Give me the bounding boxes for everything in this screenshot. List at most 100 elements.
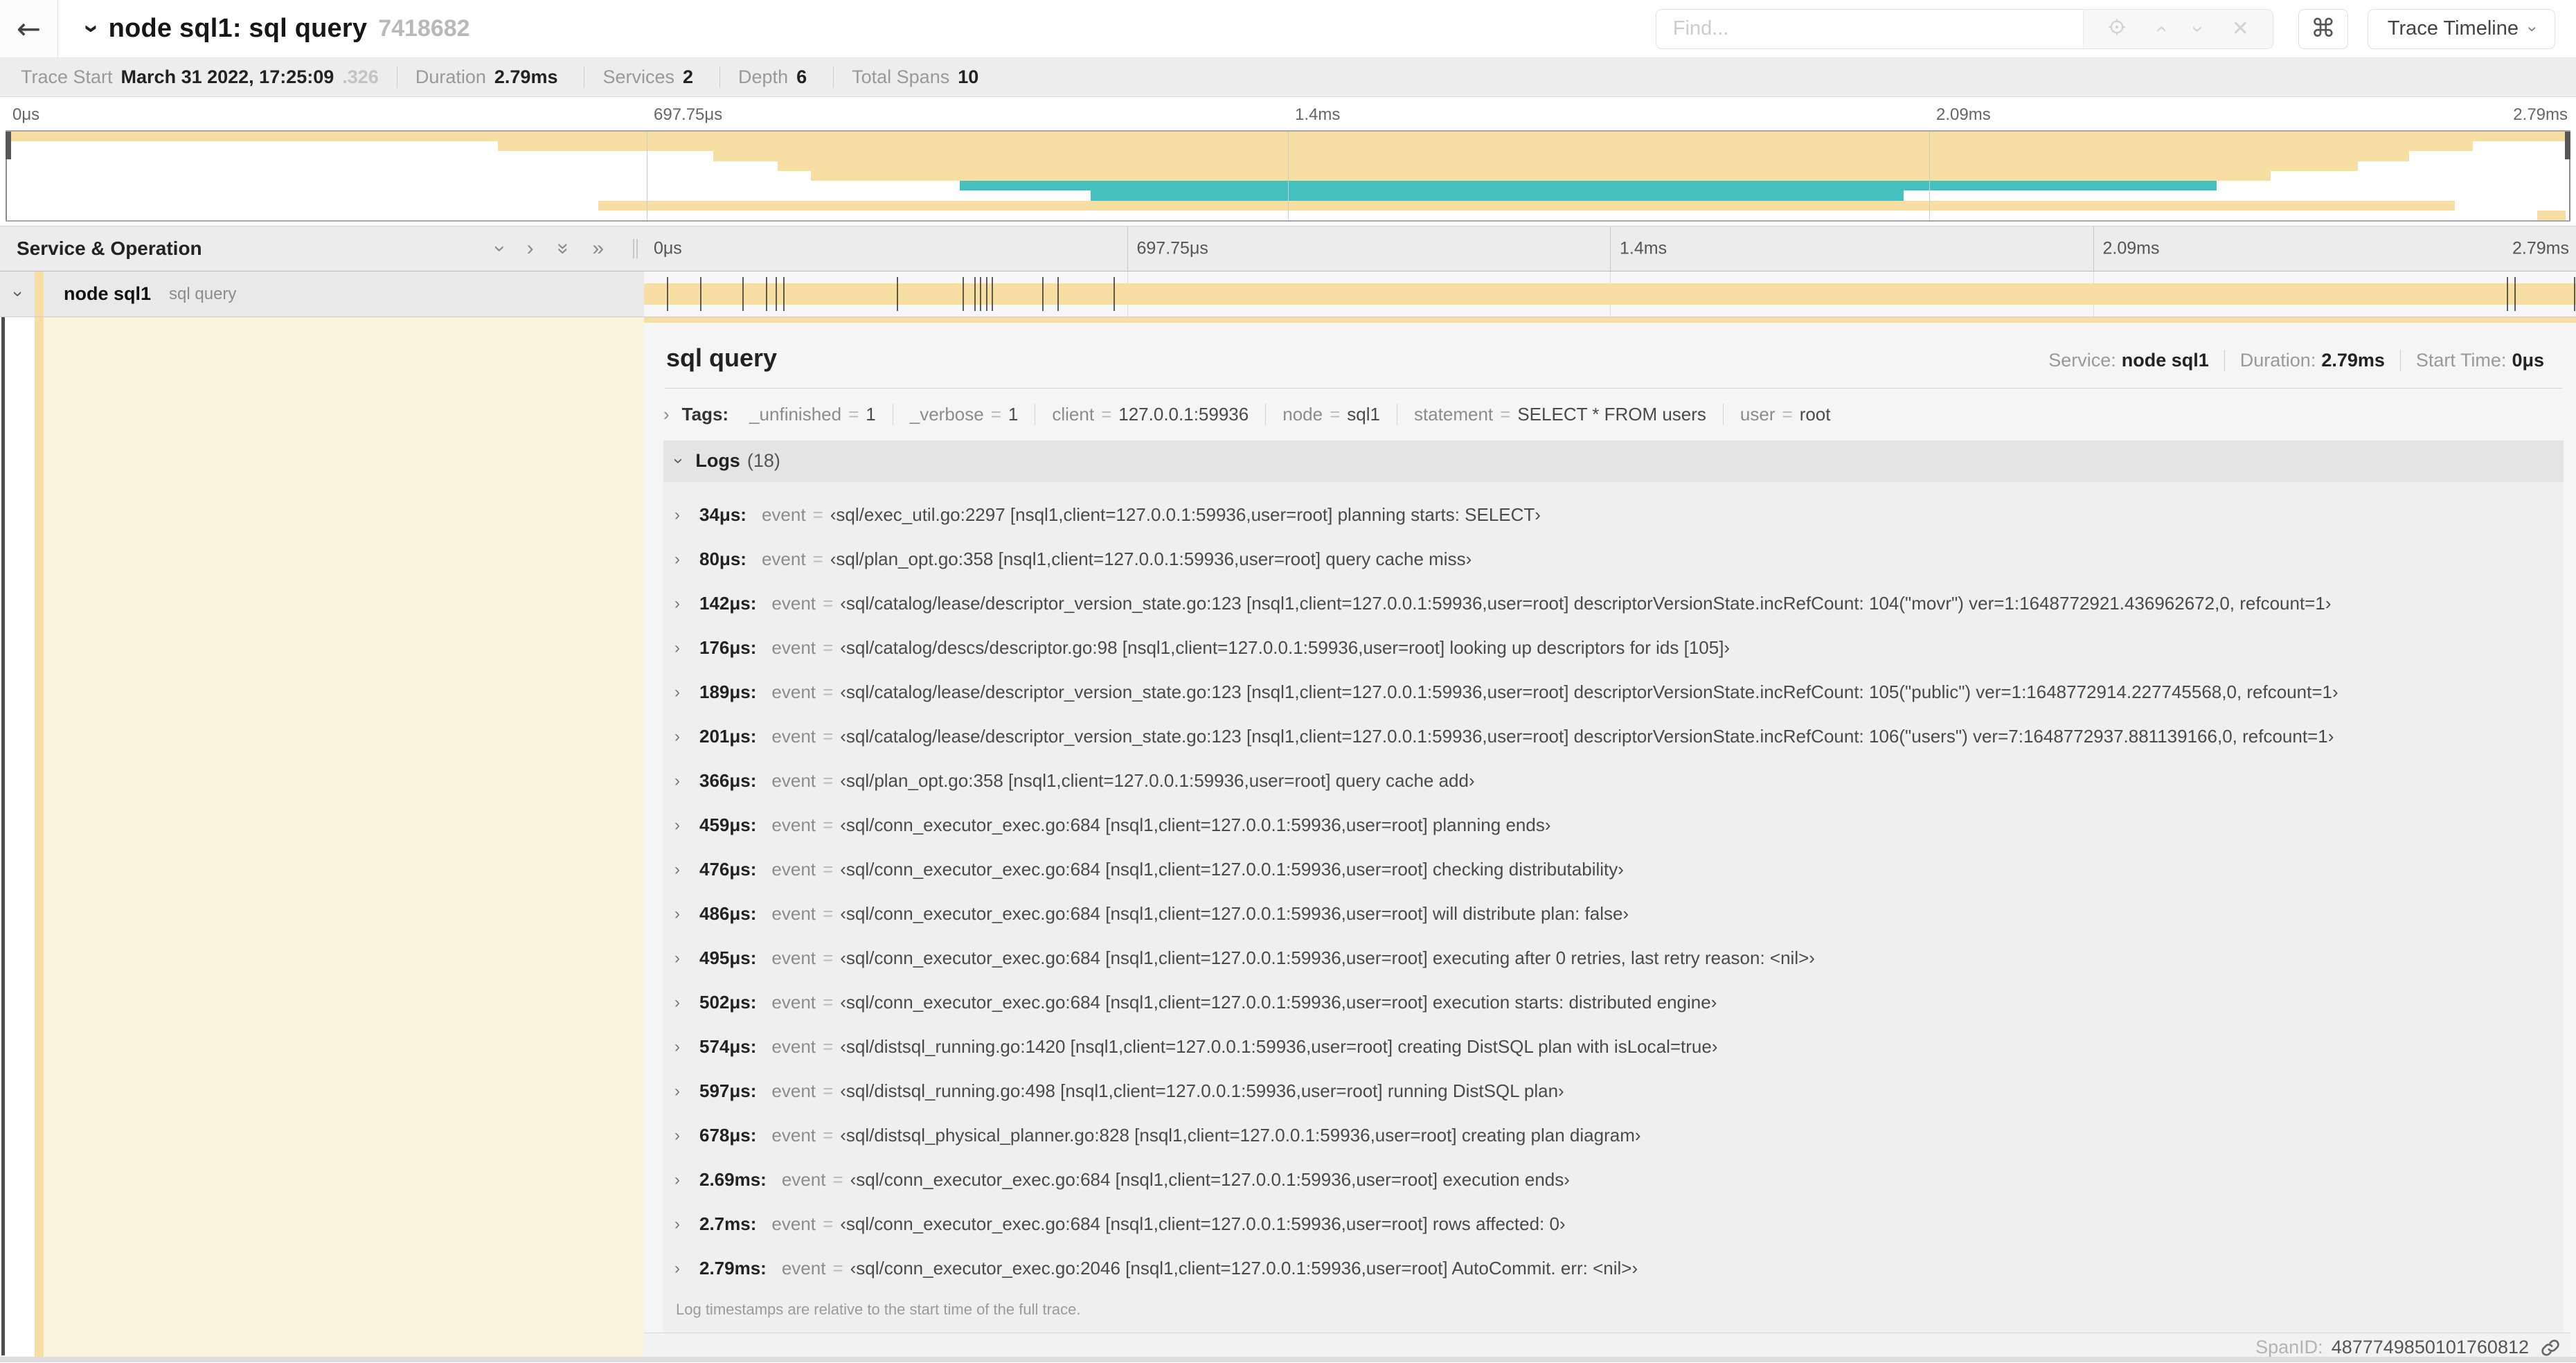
- logs-header[interactable]: › Logs (18): [663, 440, 2564, 482]
- time-tick-label: 697.75μs: [654, 105, 723, 124]
- log-field-value: ‹sql/conn_executor_exec.go:684 [nsql1,cl…: [840, 992, 1717, 1013]
- log-field-value: ‹sql/conn_executor_exec.go:684 [nsql1,cl…: [840, 859, 1624, 880]
- summary-label: Total Spans: [852, 66, 950, 87]
- minimap-span-bar: [713, 151, 2409, 161]
- log-entry[interactable]: › 80μs: event = ‹sql/plan_opt.go:358 [ns…: [663, 537, 2564, 582]
- collapse-all-icon[interactable]: »: [552, 243, 575, 255]
- tag-pill: client = 127.0.0.1:59936: [1035, 403, 1265, 425]
- log-entry[interactable]: › 495μs: event = ‹sql/conn_executor_exec…: [663, 936, 2564, 981]
- bottom-strip: [0, 1357, 2576, 1362]
- trace-summary-item: Depth 6: [719, 66, 833, 88]
- log-entry[interactable]: › 2.69ms: event = ‹sql/conn_executor_exe…: [663, 1158, 2564, 1202]
- column-resizer[interactable]: [633, 239, 640, 258]
- equals-sign: =: [823, 859, 834, 880]
- chevron-right-icon: ›: [674, 771, 680, 790]
- tag-pill: _unfinished = 1: [733, 404, 893, 425]
- log-field-value: ‹sql/conn_executor_exec.go:2046 [nsql1,c…: [850, 1258, 1638, 1279]
- expand-one-icon[interactable]: ›: [527, 238, 534, 259]
- log-field-value: ‹sql/catalog/lease/descriptor_version_st…: [840, 726, 2334, 747]
- trace-summary-item: Trace Start March 31 2022, 17:25:09 .326: [3, 66, 397, 88]
- log-marker-tick: [765, 277, 767, 311]
- log-entry[interactable]: › 459μs: event = ‹sql/conn_executor_exec…: [663, 803, 2564, 848]
- tag-key: statement: [1413, 403, 1494, 425]
- log-marker-tick: [2574, 277, 2576, 311]
- log-entry[interactable]: › 678μs: event = ‹sql/distsql_physical_p…: [663, 1114, 2564, 1158]
- tag-key: _verbose: [909, 403, 984, 425]
- log-timestamp: 34μs:: [699, 504, 746, 526]
- locate-icon[interactable]: [2107, 17, 2127, 41]
- chevron-right-icon: ›: [674, 1170, 680, 1189]
- log-field-value: ‹sql/exec_util.go:2297 [nsql1,client=127…: [830, 504, 1541, 526]
- back-button[interactable]: ←: [0, 0, 58, 57]
- log-field-value: ‹sql/conn_executor_exec.go:684 [nsql1,cl…: [840, 1213, 1566, 1235]
- log-timestamp: 366μs:: [699, 770, 757, 792]
- time-tick-label: 2.79ms: [2512, 238, 2569, 258]
- span-row[interactable]: › node sql1 sql query: [0, 271, 2576, 317]
- expand-all-icon[interactable]: »: [592, 238, 604, 259]
- equals-sign: =: [990, 403, 1001, 425]
- detail-meta-item: Start Time: 0μs: [2399, 350, 2559, 371]
- equals-sign: =: [823, 1080, 834, 1102]
- span-detail-row: sql query Service: node sql1 Duration: 2.7…: [0, 317, 2576, 1362]
- log-marker-tick: [1057, 277, 1059, 311]
- logs-section: › Logs (18) › 34μs: event = ‹sql/exec_ut…: [663, 440, 2564, 1333]
- log-entry[interactable]: › 176μs: event = ‹sql/catalog/descs/desc…: [663, 626, 2564, 670]
- find-input[interactable]: [1656, 9, 2083, 48]
- chevron-right-icon: ›: [663, 403, 670, 425]
- log-entry[interactable]: › 574μs: event = ‹sql/distsql_running.go…: [663, 1025, 2564, 1069]
- scrollbar[interactable]: [1, 317, 5, 1355]
- log-entry[interactable]: › 486μs: event = ‹sql/conn_executor_exec…: [663, 892, 2564, 936]
- log-entry[interactable]: › 2.7ms: event = ‹sql/conn_executor_exec…: [663, 1202, 2564, 1247]
- chevron-right-icon: ›: [674, 594, 680, 613]
- next-match-icon[interactable]: ›: [2187, 26, 2210, 33]
- minimap-span-bar: [811, 170, 2271, 181]
- span-bar-cell[interactable]: [644, 271, 2576, 317]
- log-entry[interactable]: › 201μs: event = ‹sql/catalog/lease/desc…: [663, 715, 2564, 759]
- view-selector-button[interactable]: Trace Timeline ›: [2367, 8, 2555, 49]
- collapse-one-icon[interactable]: ›: [489, 245, 512, 252]
- log-marker-tick: [699, 277, 701, 311]
- log-timestamp: 176μs:: [699, 637, 757, 659]
- chevron-right-icon: ›: [674, 549, 680, 569]
- clear-search-icon[interactable]: ✕: [2232, 18, 2249, 39]
- log-entry[interactable]: › 2.79ms: event = ‹sql/conn_executor_exe…: [663, 1247, 2564, 1291]
- span-id-label: SpanID:: [2255, 1337, 2323, 1358]
- summary-value: 6: [796, 66, 807, 87]
- log-field-key: event: [771, 1080, 816, 1102]
- tags-row[interactable]: › Tags: _unfinished = 1 _verbose = 1 client =…: [644, 389, 2570, 438]
- log-entry[interactable]: › 34μs: event = ‹sql/exec_util.go:2297 […: [663, 493, 2564, 537]
- link-icon[interactable]: [2540, 1337, 2561, 1358]
- minimap-left-scrubber[interactable]: [6, 132, 11, 159]
- log-timestamp: 597μs:: [699, 1080, 757, 1102]
- prev-match-icon[interactable]: ›: [2149, 26, 2172, 33]
- detail-operation-title: sql query: [666, 344, 778, 372]
- keyboard-shortcuts-button[interactable]: ⌘: [2298, 8, 2348, 49]
- minimap-right-scrubber[interactable]: [2565, 132, 2570, 159]
- minimap-span-bar: [959, 181, 2217, 191]
- detail-meta-item: Duration: 2.79ms: [2224, 350, 2400, 371]
- meta-label: Start Time:: [2415, 350, 2507, 371]
- logs-title: Logs: [695, 450, 740, 472]
- span-service-name: node sql1: [64, 283, 152, 304]
- collapse-trace-chevron-icon[interactable]: ›: [77, 24, 107, 33]
- log-marker-tick: [2514, 277, 2516, 311]
- log-entry[interactable]: › 502μs: event = ‹sql/conn_executor_exec…: [663, 981, 2564, 1025]
- log-entry[interactable]: › 189μs: event = ‹sql/catalog/lease/desc…: [663, 670, 2564, 715]
- log-timestamp: 80μs:: [699, 549, 746, 570]
- equals-sign: =: [823, 903, 834, 925]
- chevron-right-icon: ›: [674, 859, 680, 879]
- span-duration-bar[interactable]: [644, 283, 2576, 305]
- log-field-key: event: [771, 859, 816, 880]
- collapse-children-icon[interactable]: ›: [8, 291, 29, 297]
- chevron-right-icon: ›: [674, 682, 680, 702]
- log-entry[interactable]: › 142μs: event = ‹sql/catalog/lease/desc…: [663, 582, 2564, 626]
- log-field-value: ‹sql/plan_opt.go:358 [nsql1,client=127.0…: [840, 770, 1475, 792]
- log-field-key: event: [771, 593, 816, 614]
- log-entry[interactable]: › 366μs: event = ‹sql/plan_opt.go:358 [n…: [663, 759, 2564, 803]
- log-entry[interactable]: › 597μs: event = ‹sql/distsql_running.go…: [663, 1069, 2564, 1114]
- chevron-right-icon: ›: [674, 1125, 680, 1145]
- log-entry[interactable]: › 476μs: event = ‹sql/conn_executor_exec…: [663, 848, 2564, 892]
- span-name-cell[interactable]: › node sql1 sql query: [0, 271, 644, 317]
- minimap-canvas[interactable]: [6, 130, 2570, 222]
- find-controls: › › ✕: [2082, 9, 2273, 48]
